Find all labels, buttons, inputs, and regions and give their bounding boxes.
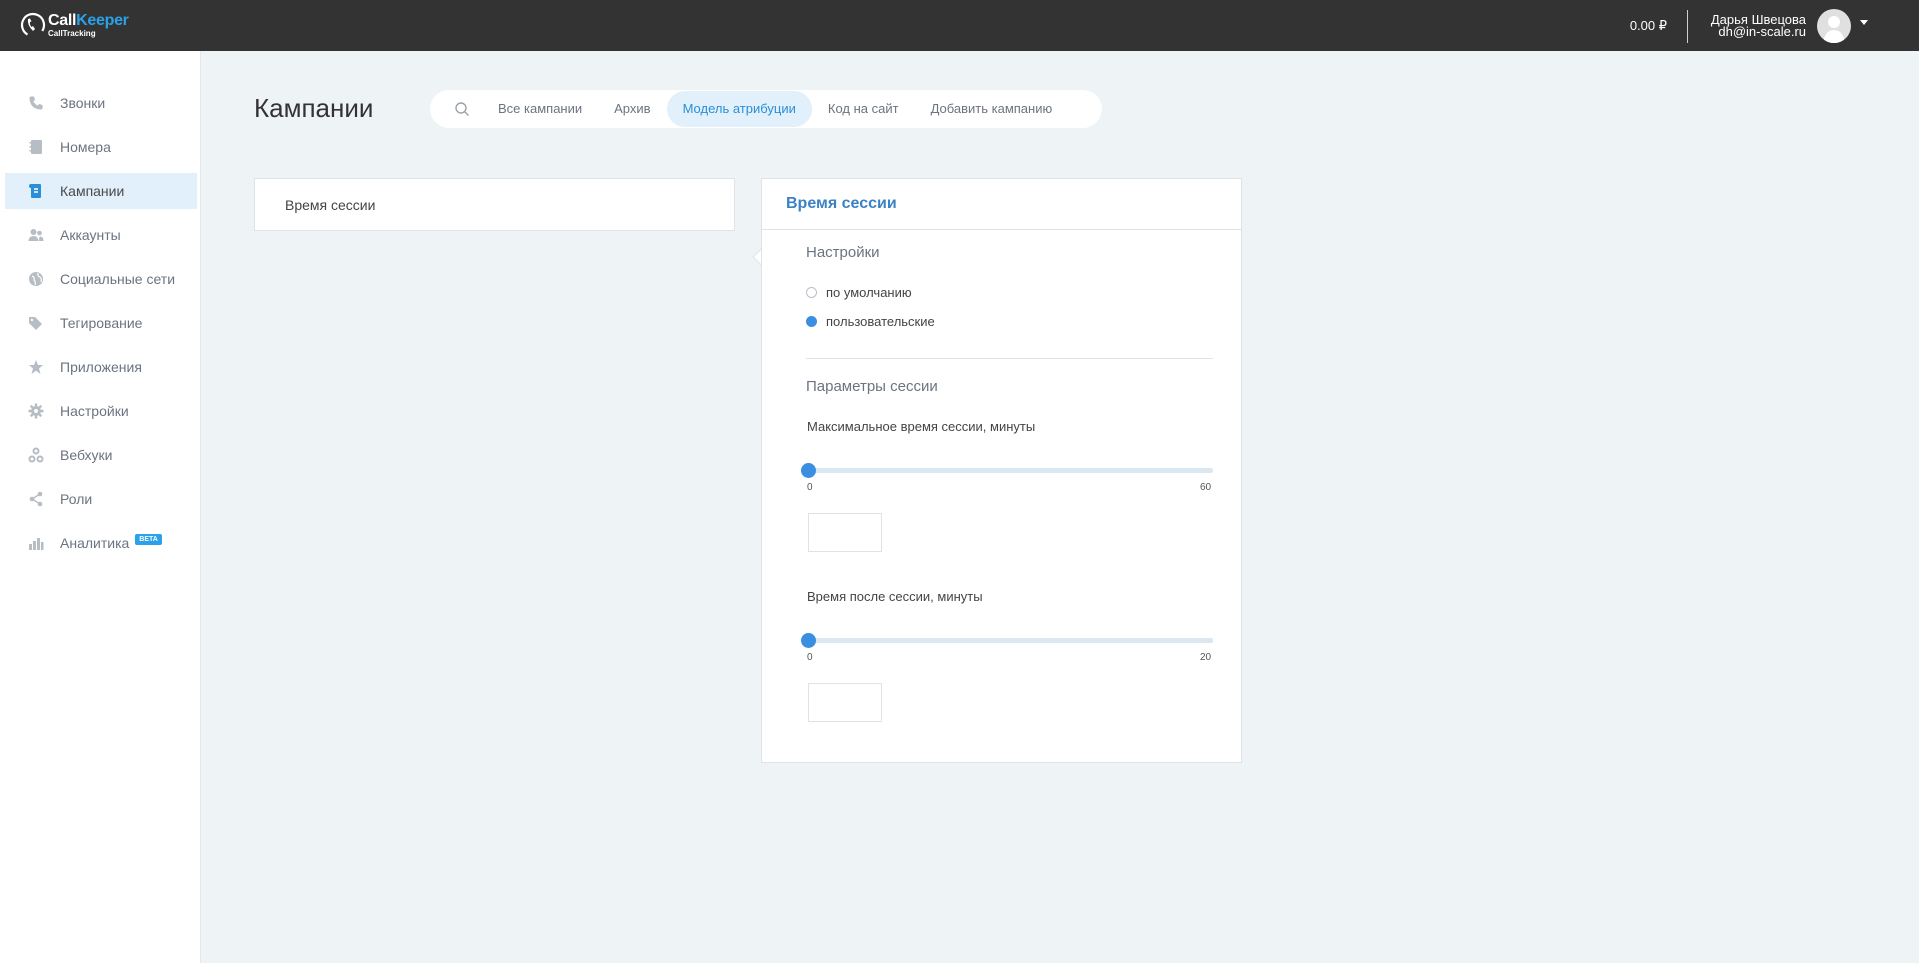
- slider-min-label: 0: [807, 652, 813, 663]
- radio-label: пользовательские: [826, 314, 935, 329]
- search-button[interactable]: [442, 94, 482, 124]
- gear-icon: [28, 403, 44, 419]
- accounts-icon: [28, 227, 44, 243]
- sidebar-item-numbers[interactable]: Номера: [5, 129, 197, 165]
- logo-call: Call: [48, 11, 77, 29]
- avatar-silhouette-icon: [1823, 16, 1845, 43]
- beta-badge: BETA: [135, 533, 162, 545]
- radio-label: по умолчанию: [826, 285, 912, 300]
- search-icon: [455, 102, 469, 116]
- slider-max-label: 60: [1200, 482, 1212, 493]
- logo-subtitle: CallTracking: [48, 28, 96, 38]
- tab-archive[interactable]: Архив: [598, 91, 666, 127]
- session-params-label: Параметры сессии: [806, 378, 938, 395]
- sidebar-item-label: Настройки: [60, 403, 129, 419]
- sidebar: Звонки Номера Кампании Аккаунты Социальн…: [0, 51, 201, 963]
- sidebar-item-label: Звонки: [60, 95, 106, 111]
- settings-label: Настройки: [806, 244, 880, 261]
- user-email: dh@in-scale.ru: [1718, 24, 1806, 39]
- sidebar-item-label: Кампании: [60, 183, 125, 199]
- slider-min-label: 0: [807, 482, 813, 493]
- globe-icon: [28, 271, 44, 287]
- page-title: Кампании: [254, 93, 374, 123]
- campaign-tabs: Все кампании Архив Модель атрибуции Код …: [430, 90, 1102, 128]
- radio-default[interactable]: по умолчанию: [806, 285, 912, 300]
- sidebar-item-label: Тегирование: [60, 315, 143, 331]
- sidebar-item-social[interactable]: Социальные сети: [5, 261, 197, 297]
- max-session-time-input[interactable]: [808, 513, 882, 552]
- top-bar: CallKeeper CallTracking 0.00 ₽ Дарья Шве…: [0, 0, 1919, 51]
- slider-max-label: 20: [1200, 652, 1212, 663]
- logo-keeper: Keeper: [76, 11, 129, 29]
- sidebar-item-calls[interactable]: Звонки: [5, 85, 197, 121]
- sidebar-item-label: Роли: [60, 491, 93, 507]
- max-session-time-label: Максимальное время сессии, минуты: [807, 419, 1036, 434]
- tab-attribution-model[interactable]: Модель атрибуции: [666, 91, 812, 127]
- slider-handle[interactable]: [801, 463, 816, 478]
- tab-add-campaign[interactable]: Добавить кампанию: [915, 91, 1069, 127]
- attribution-list: Время сессии: [254, 178, 735, 231]
- sidebar-item-label: Аккаунты: [60, 227, 121, 243]
- after-session-time-input[interactable]: [808, 683, 882, 722]
- logo-text: CallKeeper CallTracking: [48, 11, 129, 38]
- user-info[interactable]: Дарья Швецова dh@in-scale.ru: [1711, 13, 1806, 39]
- webhooks-icon: [28, 447, 44, 463]
- after-session-time-slider[interactable]: [801, 633, 1213, 648]
- balance[interactable]: 0.00 ₽: [1630, 18, 1667, 34]
- sidebar-item-campaigns[interactable]: Кампании: [5, 173, 197, 209]
- tab-site-code[interactable]: Код на сайт: [812, 91, 915, 127]
- sidebar-item-label: Номера: [60, 139, 111, 155]
- sidebar-item-apps[interactable]: Приложения: [5, 349, 197, 385]
- radio-button-checked[interactable]: [806, 316, 817, 327]
- tags-icon: [28, 315, 44, 331]
- sidebar-item-label: Вебхуки: [60, 447, 113, 463]
- after-session-time-label: Время после сессии, минуты: [807, 589, 983, 604]
- session-time-panel: Время сессии Настройки по умолчанию поль…: [761, 178, 1242, 763]
- panel-title: Время сессии: [786, 195, 897, 212]
- radio-custom[interactable]: пользовательские: [806, 314, 935, 329]
- apps-icon: [28, 359, 44, 375]
- list-item-session-time[interactable]: Время сессии: [285, 197, 375, 213]
- campaigns-icon: [28, 183, 44, 199]
- sidebar-item-tagging[interactable]: Тегирование: [5, 305, 197, 341]
- sidebar-item-webhooks[interactable]: Вебхуки: [5, 437, 197, 473]
- avatar[interactable]: [1817, 9, 1851, 43]
- sidebar-item-roles[interactable]: Роли: [5, 481, 197, 517]
- sidebar-item-label: Социальные сети: [60, 271, 176, 287]
- sidebar-item-settings[interactable]: Настройки: [5, 393, 197, 429]
- share-icon: [28, 491, 44, 507]
- tab-all-campaigns[interactable]: Все кампании: [482, 91, 598, 127]
- sidebar-item-analytics[interactable]: Аналитика BETA: [5, 525, 197, 561]
- numbers-icon: [28, 139, 44, 155]
- phone-icon: [28, 95, 44, 111]
- chart-icon: [28, 535, 44, 551]
- sidebar-item-accounts[interactable]: Аккаунты: [5, 217, 197, 253]
- section-divider: [806, 358, 1213, 359]
- logo-phone-icon: [20, 12, 46, 38]
- sidebar-item-label: Аналитика: [60, 535, 130, 551]
- sidebar-item-label: Приложения: [60, 359, 142, 375]
- topbar-divider: [1687, 10, 1688, 43]
- panel-header: Время сессии: [762, 179, 1241, 230]
- logo[interactable]: CallKeeper CallTracking: [20, 12, 129, 38]
- slider-handle[interactable]: [801, 633, 816, 648]
- radio-button-unchecked[interactable]: [806, 287, 817, 298]
- max-session-time-slider[interactable]: [801, 463, 1213, 478]
- user-menu-chevron-down-icon[interactable]: [1860, 20, 1868, 25]
